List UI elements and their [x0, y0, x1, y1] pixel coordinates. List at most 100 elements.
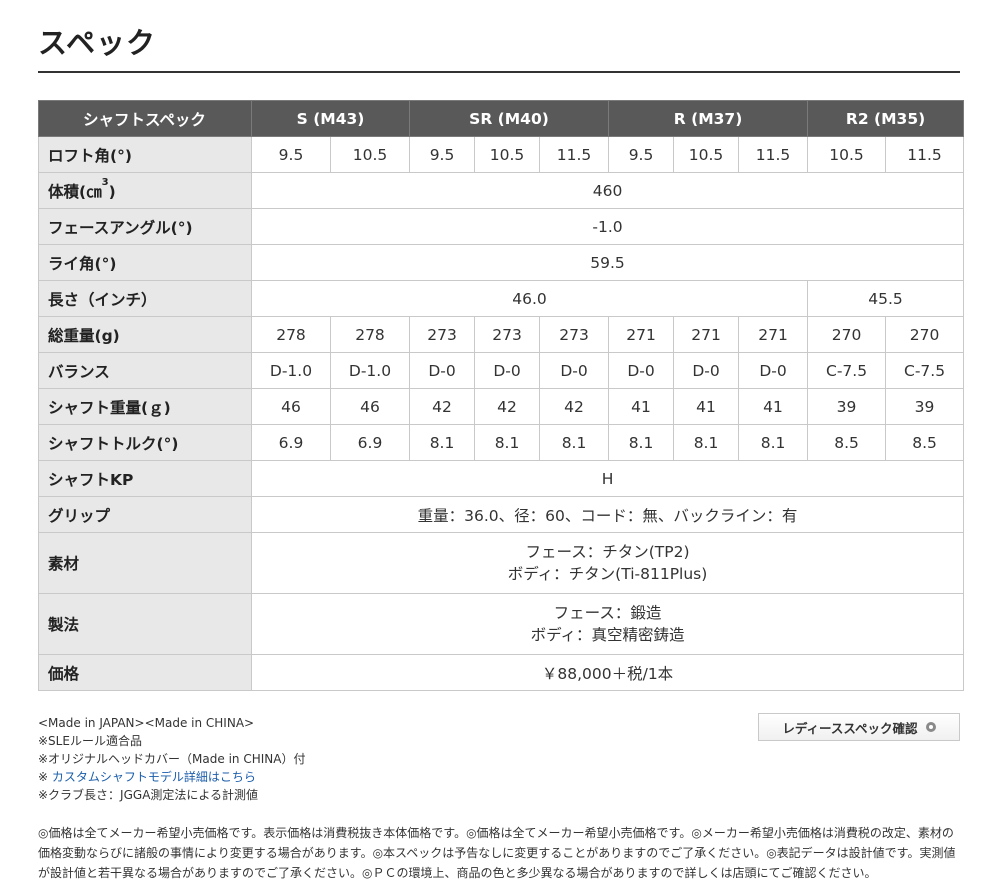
weight-value: 271 — [608, 316, 675, 353]
table-row: 長さ（インチ） 46.0 45.5 — [38, 280, 965, 317]
header-group-r: R (M37) — [608, 100, 809, 137]
weight-value: 273 — [539, 316, 610, 353]
loft-value: 9.5 — [409, 136, 476, 173]
balance-value: C-7.5 — [807, 352, 887, 389]
length-value-main: 46.0 — [250, 280, 809, 317]
note-headcover: ※オリジナルヘッドカバー（Made in CHINA）付 — [38, 752, 306, 766]
table-row: ライ角(°) 59.5 — [38, 244, 965, 281]
table-row: 総重量(g) 278 278 273 273 273 271 271 271 270 270 — [38, 316, 965, 353]
shaft-weight-value: 39 — [807, 388, 887, 425]
loft-value: 10.5 — [673, 136, 740, 173]
price-value: ￥88,000＋税/1本 — [250, 654, 965, 691]
manufacturing-value: フェース：鍛造 ボディ：真空精密鋳造 — [250, 593, 965, 655]
loft-value: 11.5 — [738, 136, 809, 173]
volume-value: 460 — [250, 172, 965, 209]
loft-value: 10.5 — [474, 136, 541, 173]
weight-value: 273 — [474, 316, 541, 353]
shaft-torque-value: 8.5 — [807, 424, 887, 461]
shaft-weight-value: 41 — [738, 388, 809, 425]
weight-value: 270 — [807, 316, 887, 353]
balance-value: D-0 — [673, 352, 740, 389]
material-value: フェース：チタン(TP2) ボディ：チタン(Ti-811Plus) — [250, 532, 965, 594]
weight-value: 271 — [673, 316, 740, 353]
row-label-shaft-kp: シャフトKP — [38, 460, 252, 497]
shaft-kp-value: H — [250, 460, 965, 497]
table-row: シャフト重量(ｇ) 46 46 42 42 42 41 41 41 39 39 — [38, 388, 965, 425]
note-sle: ※SLEルール適合品 — [38, 734, 142, 748]
row-label-volume: 体積(㎝3) — [38, 172, 252, 209]
manufacturing-line-face: フェース：鍛造 — [553, 604, 662, 622]
face-angle-value: -1.0 — [250, 208, 965, 245]
disclaimer: ◎価格は全てメーカー希望小売価格です。表示価格は消費税抜き本体価格です。◎価格は… — [38, 826, 956, 880]
shaft-torque-value: 8.1 — [539, 424, 610, 461]
table-row: ロフト角(°) 9.5 10.5 9.5 10.5 11.5 9.5 10.5 11.5 10.… — [38, 136, 965, 173]
shaft-weight-value: 42 — [539, 388, 610, 425]
weight-value: 278 — [329, 316, 411, 353]
row-label-grip: グリップ — [38, 496, 252, 533]
balance-value: D-0 — [409, 352, 476, 389]
table-row: フェースアングル(°) -1.0 — [38, 208, 965, 245]
shaft-torque-value: 6.9 — [251, 424, 331, 461]
row-label-manufacturing: 製法 — [38, 593, 252, 655]
weight-value: 270 — [885, 316, 965, 353]
manufacturing-line-body: ボディ：真空精密鋳造 — [530, 626, 685, 644]
shaft-torque-value: 8.1 — [608, 424, 675, 461]
row-label-price: 価格 — [38, 654, 252, 691]
note-custom-shaft: ※ カスタムシャフトモデル詳細はこちら — [38, 770, 256, 784]
header-group-r2: R2 (M35) — [807, 100, 965, 137]
shaft-weight-value: 39 — [885, 388, 965, 425]
shaft-torque-value: 8.1 — [738, 424, 809, 461]
balance-value: D-0 — [738, 352, 809, 389]
row-label-lie: ライ角(°) — [38, 244, 252, 281]
loft-value: 10.5 — [807, 136, 887, 173]
length-value-r2: 45.5 — [807, 280, 965, 317]
table-header-row: シャフトスペック S (M43) SR (M40) R (M37) R2 (M3… — [38, 100, 965, 137]
balance-value: C-7.5 — [885, 352, 965, 389]
row-label-length: 長さ（インチ） — [38, 280, 252, 317]
loft-value: 9.5 — [251, 136, 331, 173]
title-divider — [38, 71, 960, 73]
circle-arrow-icon — [925, 722, 936, 732]
ladies-spec-button-label: レディーススペック確認 — [782, 720, 918, 736]
balance-value: D-0 — [608, 352, 675, 389]
row-label-shaft-weight: シャフト重量(ｇ) — [38, 388, 252, 425]
shaft-torque-value: 8.5 — [885, 424, 965, 461]
header-group-s: S (M43) — [250, 100, 411, 137]
row-label-balance: バランス — [38, 352, 252, 389]
table-row: 体積(㎝3) 460 — [38, 172, 965, 209]
row-label-weight: 総重量(g) — [38, 316, 252, 353]
grip-value: 重量：36.0、径：60、コード：無、バックライン：有 — [250, 496, 965, 533]
loft-value: 10.5 — [329, 136, 411, 173]
balance-value: D-0 — [539, 352, 610, 389]
shaft-torque-value: 8.1 — [474, 424, 541, 461]
table-row: バランス D-1.0 D-1.0 D-0 D-0 D-0 D-0 D-0 D-0 C-7.5 C-… — [38, 352, 965, 389]
note-club-length: ※クラブ長さ：JGGA測定法による計測値 — [38, 788, 259, 802]
balance-value: D-1.0 — [251, 352, 331, 389]
weight-value: 278 — [251, 316, 331, 353]
shaft-torque-value: 8.1 — [409, 424, 476, 461]
balance-value: D-1.0 — [329, 352, 411, 389]
shaft-weight-value: 46 — [329, 388, 411, 425]
spec-table: シャフトスペック S (M43) SR (M40) R (M37) R2 (M3… — [38, 100, 965, 691]
balance-value: D-0 — [474, 352, 541, 389]
notes: <Made in JAPAN><Made in CHINA> ※SLEルール適合… — [38, 714, 305, 804]
shaft-torque-value: 8.1 — [673, 424, 740, 461]
custom-shaft-link[interactable]: カスタムシャフトモデル詳細はこちら — [52, 770, 256, 784]
table-row: 素材 フェース：チタン(TP2) ボディ：チタン(Ti-811Plus) — [38, 532, 965, 594]
table-row: シャフトトルク(°) 6.9 6.9 8.1 8.1 8.1 8.1 8.1 8.1 8.5 8.… — [38, 424, 965, 461]
table-row: 価格 ￥88,000＋税/1本 — [38, 654, 965, 691]
lie-value: 59.5 — [250, 244, 965, 281]
table-row: 製法 フェース：鍛造 ボディ：真空精密鋳造 — [38, 593, 965, 655]
weight-value: 273 — [409, 316, 476, 353]
shaft-weight-value: 42 — [474, 388, 541, 425]
shaft-weight-value: 41 — [673, 388, 740, 425]
ladies-spec-button[interactable]: レディーススペック確認 — [758, 713, 960, 741]
material-line-body: ボディ：チタン(Ti-811Plus) — [507, 565, 708, 583]
row-label-shaft-torque: シャフトトルク(°) — [38, 424, 252, 461]
material-line-face: フェース：チタン(TP2) — [525, 543, 690, 561]
row-label-material: 素材 — [38, 532, 252, 594]
table-row: グリップ 重量：36.0、径：60、コード：無、バックライン：有 — [38, 496, 965, 533]
note-origin: <Made in JAPAN><Made in CHINA> — [38, 716, 255, 730]
header-label: シャフトスペック — [38, 100, 252, 137]
loft-value: 11.5 — [539, 136, 610, 173]
